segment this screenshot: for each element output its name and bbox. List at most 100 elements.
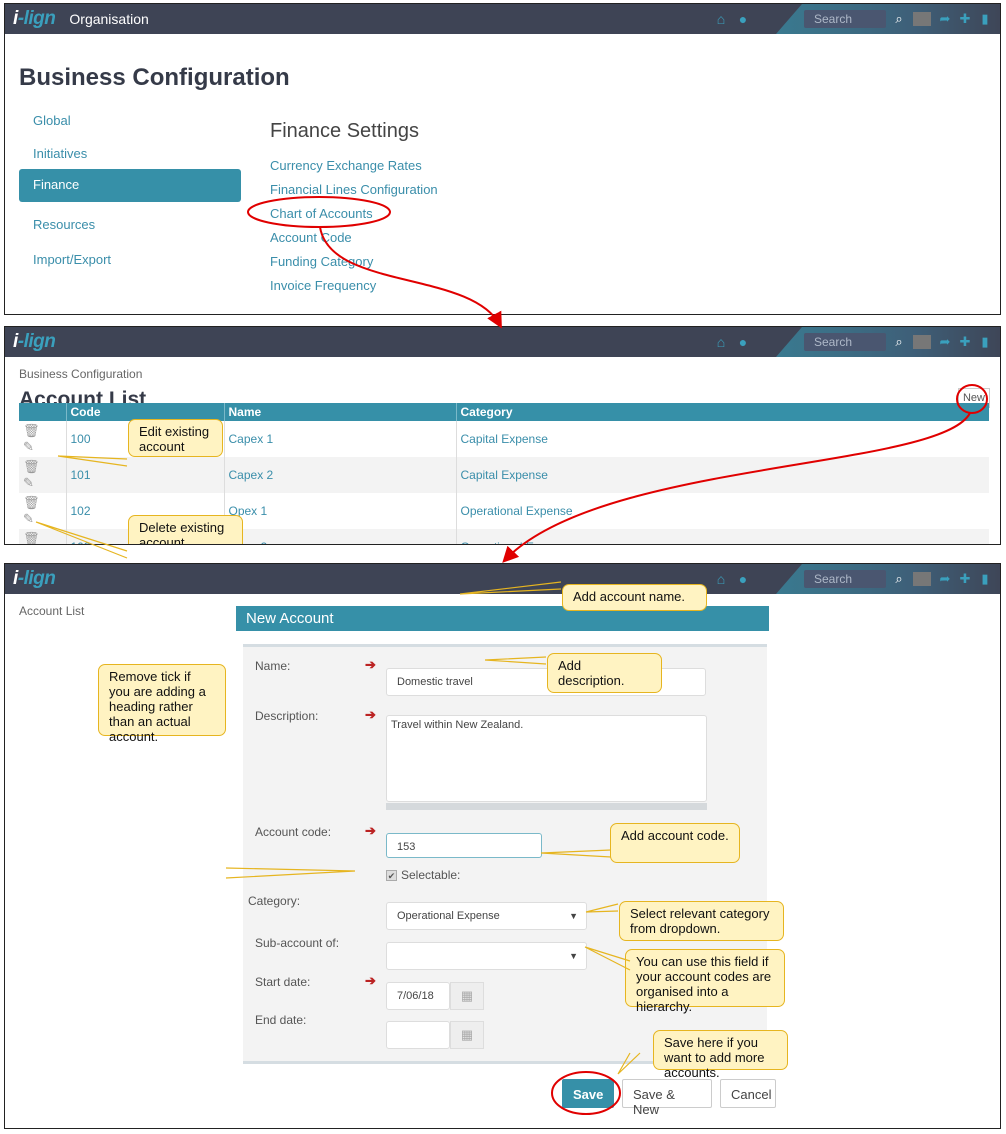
pencil-icon[interactable]: ✎ [23, 439, 34, 454]
plus-icon[interactable]: ✚ [956, 571, 974, 587]
bell-icon[interactable]: ▲ [996, 12, 1000, 27]
cancel-button[interactable]: Cancel [720, 1079, 776, 1108]
search-input[interactable]: Search [804, 570, 886, 588]
callout-name: Add account name. [562, 584, 707, 611]
trash-icon[interactable]: 🗑 [23, 459, 40, 474]
app-logo[interactable]: i-lign [13, 8, 56, 30]
callout-category: Select relevant category from dropdown. [619, 901, 784, 941]
name-header[interactable]: Name [223, 403, 456, 421]
link-chart-of-accounts[interactable]: Chart of Accounts [270, 206, 373, 221]
search-icon[interactable]: ⌕ [890, 571, 908, 587]
textarea-resize-handle[interactable] [386, 803, 707, 810]
globe-icon[interactable]: ● [732, 334, 754, 350]
sidebar-item-resources[interactable]: Resources [19, 209, 241, 242]
home-icon[interactable]: ⌂ [710, 334, 732, 350]
sub-account-select[interactable]: ▼ [386, 942, 587, 970]
plus-icon[interactable]: ✚ [956, 11, 974, 27]
breadcrumb[interactable]: Business Configuration [19, 367, 142, 381]
chevron-down-icon: ▼ [569, 951, 578, 961]
sidebar-item-import-export[interactable]: Import/Export [19, 244, 241, 277]
divider [913, 572, 931, 586]
home-icon[interactable]: ⌂ [710, 11, 732, 27]
callout-save-new: Save here if you want to add more accoun… [653, 1030, 788, 1080]
category-cell[interactable]: Capital Expense [455, 457, 989, 493]
name-cell[interactable]: Opex 2 [223, 529, 456, 544]
top-navbar: i-lign ⌂ ● Search ⌕ ➦ ✚ ▮ ▲ ● [5, 564, 1000, 594]
trash-icon[interactable]: 🗑 [23, 531, 40, 544]
divider [913, 12, 931, 26]
end-date-input[interactable] [386, 1021, 450, 1049]
required-arrow-icon: ➔ [365, 973, 376, 988]
name-label: Name: [255, 659, 291, 673]
chevron-down-icon: ▼ [569, 911, 578, 921]
share-icon[interactable]: ➦ [936, 571, 954, 587]
callout-selectable: Remove tick if you are adding a heading … [98, 664, 226, 744]
category-select[interactable]: Operational Expense ▼ [386, 902, 587, 930]
sidebar-item-global[interactable]: Global [19, 105, 241, 138]
plus-icon[interactable]: ✚ [956, 334, 974, 350]
globe-icon[interactable]: ● [732, 11, 754, 27]
section-title: Finance Settings [270, 120, 419, 142]
account-code-label: Account code: [255, 825, 332, 839]
trash-icon[interactable]: 🗑 [23, 423, 40, 438]
link-financial-lines-configuration[interactable]: Financial Lines Configuration [270, 182, 438, 197]
calendar-icon[interactable]: ▦ [450, 1021, 484, 1049]
trash-icon[interactable]: 🗑 [23, 495, 40, 510]
share-icon[interactable]: ➦ [936, 334, 954, 350]
name-cell[interactable]: Capex 2 [223, 457, 456, 493]
selectable-row: ✔ Selectable: [386, 868, 460, 882]
category-header[interactable]: Category [455, 403, 989, 421]
required-arrow-icon: ➔ [365, 707, 376, 722]
search-input[interactable]: Search [804, 333, 886, 351]
link-account-code[interactable]: Account Code [270, 230, 352, 245]
calendar-icon[interactable]: ▦ [450, 982, 484, 1010]
code-cell[interactable]: 101 [65, 457, 224, 493]
globe-icon[interactable]: ● [732, 571, 754, 587]
bookmark-icon[interactable]: ▮ [976, 334, 994, 350]
account-code-input[interactable]: 153 [386, 833, 542, 858]
link-invoice-frequency[interactable]: Invoice Frequency [270, 278, 376, 293]
share-icon[interactable]: ➦ [936, 11, 954, 27]
category-cell[interactable]: Capital Expense [455, 421, 989, 457]
pencil-icon[interactable]: ✎ [23, 511, 34, 526]
save-and-new-button[interactable]: Save & New [622, 1079, 712, 1117]
app-logo[interactable]: i-lign [13, 568, 56, 590]
search-icon[interactable]: ⌕ [890, 334, 908, 350]
divider [913, 335, 931, 349]
top-navbar: i-lign Organisation ⌂ ● Search ⌕ ➦ ✚ ▮ ▲… [5, 4, 1000, 34]
callout-sub-account: You can use this field if your account c… [625, 949, 785, 1014]
table-row: 🗑✎ 101 Capex 2 Capital Expense [19, 457, 989, 493]
category-cell[interactable]: Operational Expense [455, 493, 989, 529]
start-date-label: Start date: [255, 975, 311, 989]
breadcrumb[interactable]: Account List [19, 604, 84, 618]
selectable-checkbox[interactable]: ✔ [386, 869, 397, 881]
end-date-label: End date: [255, 1013, 307, 1027]
bookmark-icon[interactable]: ▮ [976, 571, 994, 587]
start-date-input[interactable]: 7/06/18 [386, 982, 450, 1010]
bell-icon[interactable]: ▲ [996, 335, 1000, 350]
app-logo[interactable]: i-lign [13, 331, 56, 353]
search-input[interactable]: Search [804, 10, 886, 28]
callout-edit: Edit existing account [128, 419, 223, 457]
save-button[interactable]: Save [562, 1079, 614, 1108]
callout-description: Add description. [547, 653, 662, 693]
business-configuration-screen: i-lign Organisation ⌂ ● Search ⌕ ➦ ✚ ▮ ▲… [4, 3, 1001, 315]
account-list-screen: i-lign ⌂ ● Search ⌕ ➦ ✚ ▮ ▲ ● Business C… [4, 326, 1001, 545]
sidebar-item-finance[interactable]: Finance [19, 169, 241, 202]
bell-icon[interactable]: ▲ [996, 572, 1000, 587]
name-cell[interactable]: Capex 1 [223, 421, 456, 457]
link-funding-category[interactable]: Funding Category [270, 254, 373, 269]
link-currency-exchange-rates[interactable]: Currency Exchange Rates [270, 158, 422, 173]
search-icon[interactable]: ⌕ [890, 11, 908, 27]
home-icon[interactable]: ⌂ [710, 571, 732, 587]
category-cell[interactable]: Operational Expense [455, 529, 989, 544]
category-label: Category: [248, 894, 301, 908]
top-navbar: i-lign ⌂ ● Search ⌕ ➦ ✚ ▮ ▲ ● [5, 327, 1000, 357]
org-title[interactable]: Organisation [69, 11, 148, 27]
pencil-icon[interactable]: ✎ [23, 475, 34, 490]
bookmark-icon[interactable]: ▮ [976, 11, 994, 27]
required-arrow-icon: ➔ [365, 823, 376, 838]
description-textarea[interactable]: Travel within New Zealand. [386, 715, 707, 802]
name-cell[interactable]: Opex 1 [223, 493, 456, 529]
sidebar-item-initiatives[interactable]: Initiatives [19, 138, 241, 171]
